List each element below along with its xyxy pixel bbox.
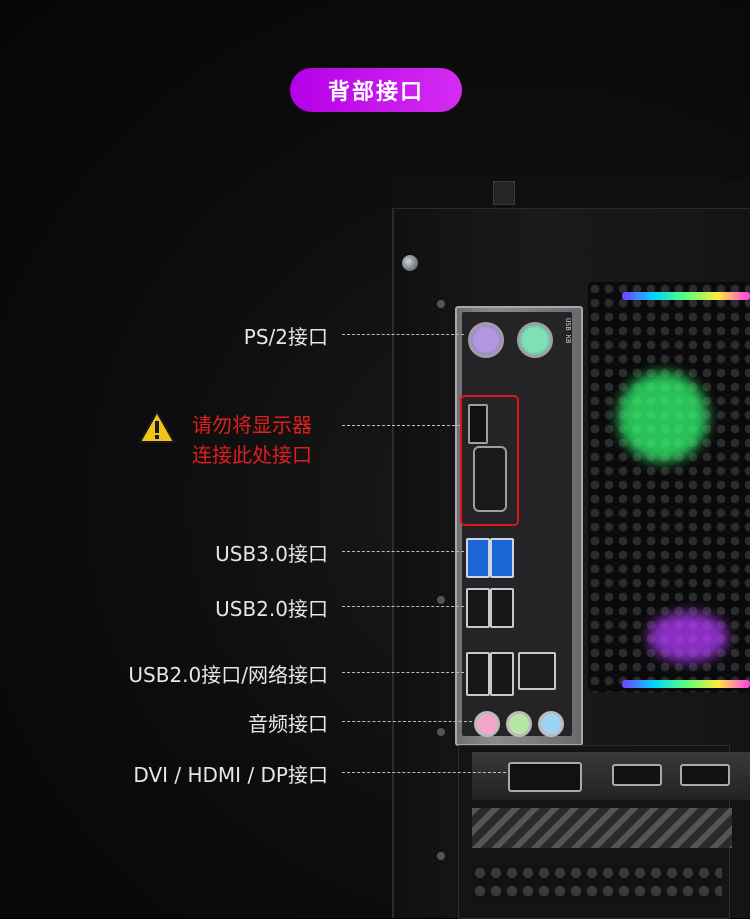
label-usb30: USB3.0接口 (215, 542, 328, 566)
gpu-hdmi-port (612, 764, 662, 786)
case-top-rail (392, 178, 750, 209)
usb2-port (466, 652, 490, 696)
label-usb20-lan: USB2.0接口/网络接口 (128, 663, 328, 687)
label-ps2: PS/2接口 (243, 325, 328, 349)
case-screw (437, 728, 445, 736)
leader-line-warning (342, 425, 460, 426)
audio-jack-line-in (538, 711, 564, 737)
warning-text-line1: 请勿将显示器 (192, 413, 312, 437)
usb3-port (490, 538, 514, 578)
usb2-port (490, 588, 514, 628)
leader-line-video (342, 772, 506, 773)
audio-jack-line-out (506, 711, 532, 737)
fan-rgb-glow (648, 612, 728, 662)
leader-line-usb20-lan (342, 672, 464, 673)
warning-text: 请勿将显示器 连接此处接口 (192, 410, 312, 470)
usb2-port (490, 652, 514, 696)
usb2-port (466, 588, 490, 628)
gpu-heatsink-fins (472, 808, 732, 848)
label-usb20: USB2.0接口 (215, 597, 328, 621)
leader-line-audio (342, 721, 472, 722)
rgb-light-strip (622, 292, 750, 300)
leader-line-usb30 (342, 551, 464, 552)
warning-icon (138, 410, 176, 443)
case-screw (437, 852, 445, 860)
ps2-mouse-port (517, 322, 553, 358)
case-screw (437, 596, 445, 604)
fan-rgb-glow (618, 372, 708, 462)
label-audio: 音频接口 (248, 712, 328, 736)
section-title: 背部接口 (290, 68, 462, 112)
usb3-port (466, 538, 490, 578)
gpu-dp-port (680, 764, 730, 786)
ethernet-port (518, 652, 556, 690)
fan-mesh-grille (588, 282, 750, 692)
leader-line-ps2 (342, 334, 464, 335)
ps2-keyboard-port (468, 322, 504, 358)
io-print: USB KB (564, 318, 572, 344)
leader-line-usb20 (342, 606, 464, 607)
rgb-light-strip (622, 680, 750, 688)
audio-jack-mic (474, 711, 500, 737)
onboard-video-warning-frame (460, 395, 519, 526)
thumb-screw (402, 255, 418, 271)
warning-text-line2: 连接此处接口 (192, 443, 312, 467)
case-screw (437, 300, 445, 308)
gpu-dvi-port (508, 762, 582, 792)
label-video: DVI / HDMI / DP接口 (133, 763, 328, 787)
slot-vent-holes (472, 864, 722, 904)
case-top-notch (493, 181, 515, 205)
